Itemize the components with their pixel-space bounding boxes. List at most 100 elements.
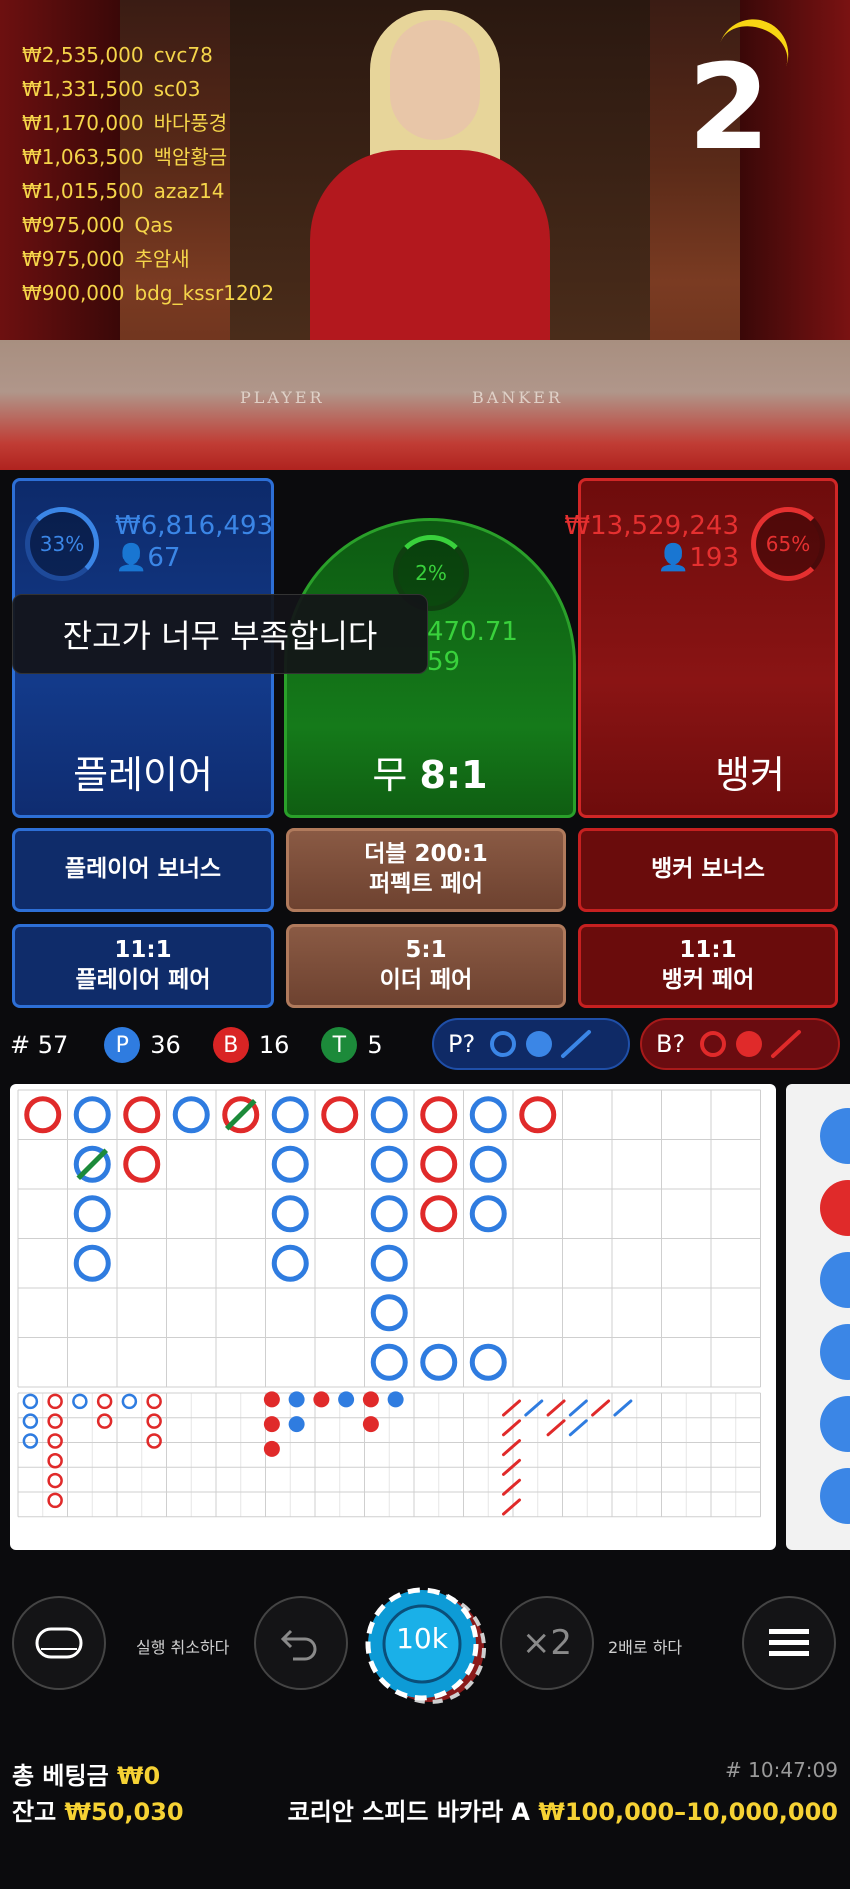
small-road-mark [146,1413,162,1429]
dealer-face [390,20,480,140]
road-mark-player [469,1343,507,1381]
round-id: # 10:47:09 [725,1758,838,1782]
hamburger-menu-icon [769,1629,809,1656]
banker-pair-odds: 11:1 [679,937,737,964]
small-road-mark [47,1492,63,1509]
road-mark-player [370,1343,408,1381]
either-pair-odds: 5:1 [405,937,447,964]
lobby-button[interactable] [12,1596,106,1690]
either-pair-label: 이더 페어 [379,967,473,993]
undo-label: 실행 취소하다 [136,1638,230,1657]
banker-wins-badge: B [212,1027,249,1063]
player-percent-ring: 33% [25,507,99,581]
banker-bonus-button[interactable]: 뱅커 보너스 [578,828,838,912]
tie-count: 5 [367,1031,383,1059]
winner-row: ₩1,331,500 sc03 [22,77,201,101]
small-road-mark [22,1393,39,1410]
small-road-mark [146,1433,162,1449]
small-road-mark [72,1393,88,1410]
double-button[interactable]: ×2 [500,1596,594,1690]
either-pair-button[interactable]: 5:1 이더 페어 [286,924,566,1008]
footer-info: 총 베팅금 ₩0 잔고 ₩50,030 # 10:47:09 코리안 스피드 바… [0,1750,850,1889]
tie-label: 무 8:1 [372,753,488,797]
table-player-label: PLAYER [240,388,325,407]
banker-pair-button[interactable]: 11:1 뱅커 페어 [578,924,838,1008]
player-wins-badge: P [104,1027,141,1063]
big-eye-dot [263,1416,280,1433]
balance: 잔고 ₩50,030 [12,1798,184,1826]
banker-percent-ring: 65% [751,507,825,581]
perfect-pair-button[interactable]: 더블 200:1 퍼펙트 페어 [286,828,566,912]
cockroach-slash [502,1399,521,1417]
undo-button[interactable] [254,1596,348,1690]
side-road-icons [820,1108,850,1524]
small-road-mark [146,1393,162,1410]
player-predict-label: P? [448,1030,476,1058]
cockroach-slash [568,1399,588,1417]
scoreboard-roads[interactable] [10,1084,776,1550]
insufficient-balance-toast: 잔고가 너무 부족합니다 [12,594,428,674]
big-eye-dot [288,1391,305,1408]
road-mark-banker [420,1145,458,1183]
table-view-icon [35,1627,83,1659]
big-eye-dot [338,1391,355,1408]
small-road-mark [96,1413,113,1429]
big-eye-dot [387,1391,404,1408]
road-mark-player [73,1096,111,1134]
side-road-strip[interactable] [786,1084,850,1550]
road-mark-player [370,1096,408,1134]
winner-row: ₩2,535,000 cvc78 [22,43,213,67]
small-road-mark [47,1393,63,1410]
small-road-mark [22,1433,39,1449]
chip-selector[interactable]: 10k [360,1586,490,1706]
cockroach-slash [546,1419,566,1437]
cockroach-slash [502,1498,521,1516]
banker-label: 뱅커 [715,753,785,797]
tie-total-amount: 470.71 [427,617,518,647]
road-mark-player [469,1096,507,1134]
tie-count-badge: T [321,1027,358,1063]
double-label: 2배로 하다 [608,1638,683,1657]
road-mark-player [172,1096,210,1134]
road-mark-player [420,1343,458,1381]
road-mark-player [73,1244,111,1282]
cockroach-slash [524,1399,544,1417]
winner-row: ₩1,063,500 백암황금 [22,145,228,169]
banker-users: 👤193 [656,543,739,573]
road-mark-banker [24,1096,62,1134]
small-road-mark [121,1393,138,1410]
banker-total-amount: ₩13,529,243 [564,511,739,541]
winner-row: ₩975,000 Qas [22,213,173,237]
big-eye-dot [288,1416,305,1433]
player-pair-odds: 11:1 [114,937,172,964]
player-wins-count: 36 [150,1031,181,1059]
banker-predict-label: B? [656,1030,686,1058]
road-mark-player [271,1244,309,1282]
small-road-mark [47,1413,63,1429]
total-bet: 총 베팅금 ₩0 [12,1762,161,1790]
cockroach-slash [546,1399,566,1417]
player-predict-button[interactable]: P? [432,1018,630,1070]
countdown-timer: 2 [687,38,770,176]
dealer-body [310,150,550,350]
road-mark-banker [420,1096,458,1134]
banker-predict-icons [700,1030,802,1058]
road-mark-banker [123,1145,161,1183]
tie-users: 59 [427,647,461,677]
user-icon: 👤 [656,543,690,573]
banker-bet-zone[interactable]: ₩13,529,243 👤193 65% 뱅커 [564,478,838,818]
small-road-mark [47,1453,63,1469]
menu-button[interactable] [742,1596,836,1690]
banker-wins-count: 16 [258,1031,290,1059]
winner-row: ₩900,000 bdg_kssr1202 [22,281,275,305]
banker-predict-button[interactable]: B? [640,1018,840,1070]
winner-row: ₩1,015,500 azaz14 [22,179,225,203]
player-total-amount: ₩6,816,493 [115,511,274,541]
winner-row: ₩975,000 추암새 [22,247,190,271]
video-table [0,340,850,470]
player-bonus-button[interactable]: 플레이어 보너스 [12,828,274,912]
player-pair-button[interactable]: 11:1 플레이어 페어 [12,924,274,1008]
user-icon: 👤 [115,543,148,573]
chip-value: 10k [396,1622,448,1655]
cockroach-slash [613,1399,633,1417]
